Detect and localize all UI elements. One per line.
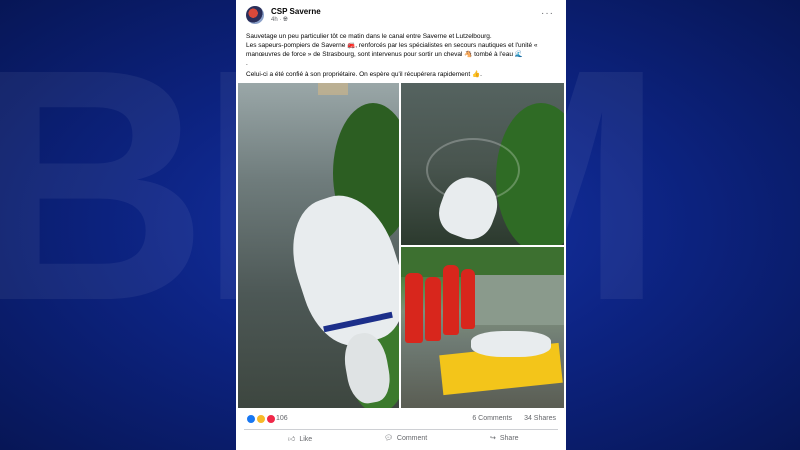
share-label: Share xyxy=(499,435,519,442)
wow-reaction-icon[interactable] xyxy=(255,414,266,424)
page-avatar[interactable] xyxy=(246,6,264,24)
share-icon: ↪ xyxy=(490,435,496,442)
comment-label: Comment xyxy=(396,435,428,442)
love-reaction-icon[interactable] xyxy=(265,414,276,424)
post-text-line: Celui-ci a été confié à son propriétaire… xyxy=(246,71,482,78)
post-time[interactable]: 4h · xyxy=(271,17,283,23)
like-reaction-icon[interactable] xyxy=(246,414,256,424)
post-text: Sauvetage un peu particulier tôt ce mati… xyxy=(246,32,558,79)
like-label: Like xyxy=(299,436,313,443)
facebook-post: CSP Saverne 4h · 🌐︎ ··· Sauvetage un peu… xyxy=(236,0,566,450)
photo-grid xyxy=(238,83,564,410)
comment-button[interactable]: 💬︎ Comment xyxy=(384,434,427,442)
post-meta: 4h · 🌐︎ xyxy=(271,17,288,24)
globe-icon: 🌐︎ xyxy=(283,17,288,23)
more-options-button[interactable]: ··· xyxy=(541,8,554,19)
thumbs-up-icon: 👍︎ xyxy=(288,436,296,443)
comments-count[interactable]: 6 Comments xyxy=(472,415,512,422)
reaction-count[interactable]: 106 xyxy=(276,415,288,422)
post-text-line: Sauvetage un peu particulier tôt ce mati… xyxy=(246,33,492,40)
photo-horse-in-canal[interactable] xyxy=(238,83,399,408)
shares-count[interactable]: 34 Shares xyxy=(524,415,556,422)
comment-icon: 💬︎ xyxy=(384,435,393,442)
reactions-bar: 106 6 Comments 34 Shares xyxy=(246,414,558,426)
post-header: CSP Saverne 4h · 🌐︎ ··· xyxy=(244,6,558,26)
divider xyxy=(244,429,558,430)
like-button[interactable]: 👍︎ Like xyxy=(288,434,312,443)
photo-rescue-team[interactable] xyxy=(401,247,564,408)
share-button[interactable]: ↪ Share xyxy=(490,434,519,442)
post-actions: 👍︎ Like 💬︎ Comment ↪ Share xyxy=(244,432,558,446)
page-name[interactable]: CSP Saverne xyxy=(271,7,321,16)
photo-horse-swimming[interactable] xyxy=(401,83,564,245)
post-text-line: . xyxy=(246,60,248,67)
post-text-line: Les sapeurs-pompiers de Saverne 🚒, renfo… xyxy=(246,42,538,58)
